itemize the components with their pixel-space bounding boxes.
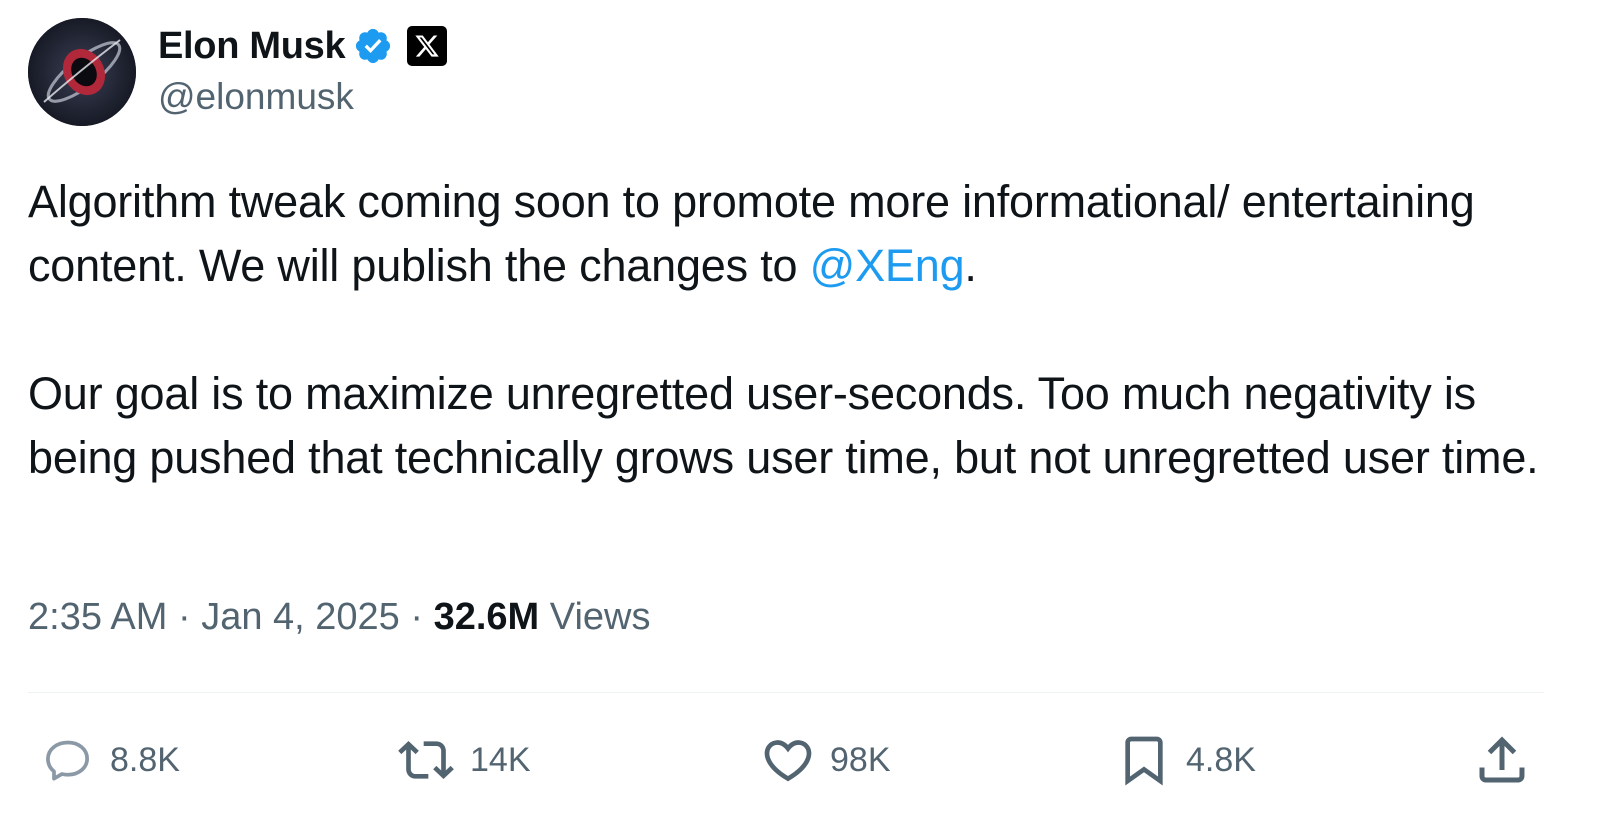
tweet-text-period: . <box>964 240 977 291</box>
tweet-paragraph-1: Algorithm tweak coming soon to promote m… <box>28 170 1558 298</box>
avatar[interactable] <box>28 18 136 126</box>
meta-separator: · <box>410 596 424 638</box>
repost-count: 14K <box>470 740 531 779</box>
verified-badge-icon[interactable] <box>353 26 393 66</box>
tweet-date[interactable]: Jan 4, 2025 <box>201 596 400 638</box>
bookmark-count: 4.8K <box>1186 740 1256 779</box>
reply-button[interactable]: 8.8K <box>40 730 180 790</box>
author-row: Elon Musk <box>158 22 448 70</box>
repost-icon <box>398 741 454 779</box>
mention-link[interactable]: @XEng <box>810 240 965 291</box>
tweet-paragraph-2: Our goal is to maximize unregretted user… <box>28 368 1539 483</box>
bookmark-icon <box>1125 736 1163 786</box>
like-count: 98K <box>830 740 891 779</box>
bookmark-button[interactable]: 4.8K <box>1116 730 1256 790</box>
heart-icon <box>764 740 812 782</box>
tweet-time[interactable]: 2:35 AM <box>28 596 167 638</box>
tweet-text-line: Algorithm tweak coming soon to promote m… <box>28 176 1475 291</box>
tweet-text: Algorithm tweak coming soon to promote m… <box>28 170 1558 490</box>
like-button[interactable]: 98K <box>760 730 891 790</box>
author-handle[interactable]: @elonmusk <box>158 76 354 118</box>
tweet-card: Elon Musk @elonmusk Algorithm tweak comi… <box>0 0 1598 835</box>
tweet-meta: 2:35 AM · Jan 4, 2025 · 32.6M Views <box>28 596 650 639</box>
views-count: 32.6M <box>433 596 540 638</box>
share-icon <box>1479 736 1525 783</box>
author-display-name[interactable]: Elon Musk <box>158 25 346 68</box>
x-logo-icon[interactable] <box>407 26 448 66</box>
meta-separator: · <box>177 596 191 638</box>
divider <box>28 692 1544 693</box>
views-label: Views <box>549 596 651 638</box>
avatar-image <box>28 18 136 126</box>
share-button[interactable] <box>1472 730 1532 790</box>
reply-count: 8.8K <box>110 740 180 779</box>
reply-icon <box>46 740 89 781</box>
repost-button[interactable]: 14K <box>396 730 531 790</box>
